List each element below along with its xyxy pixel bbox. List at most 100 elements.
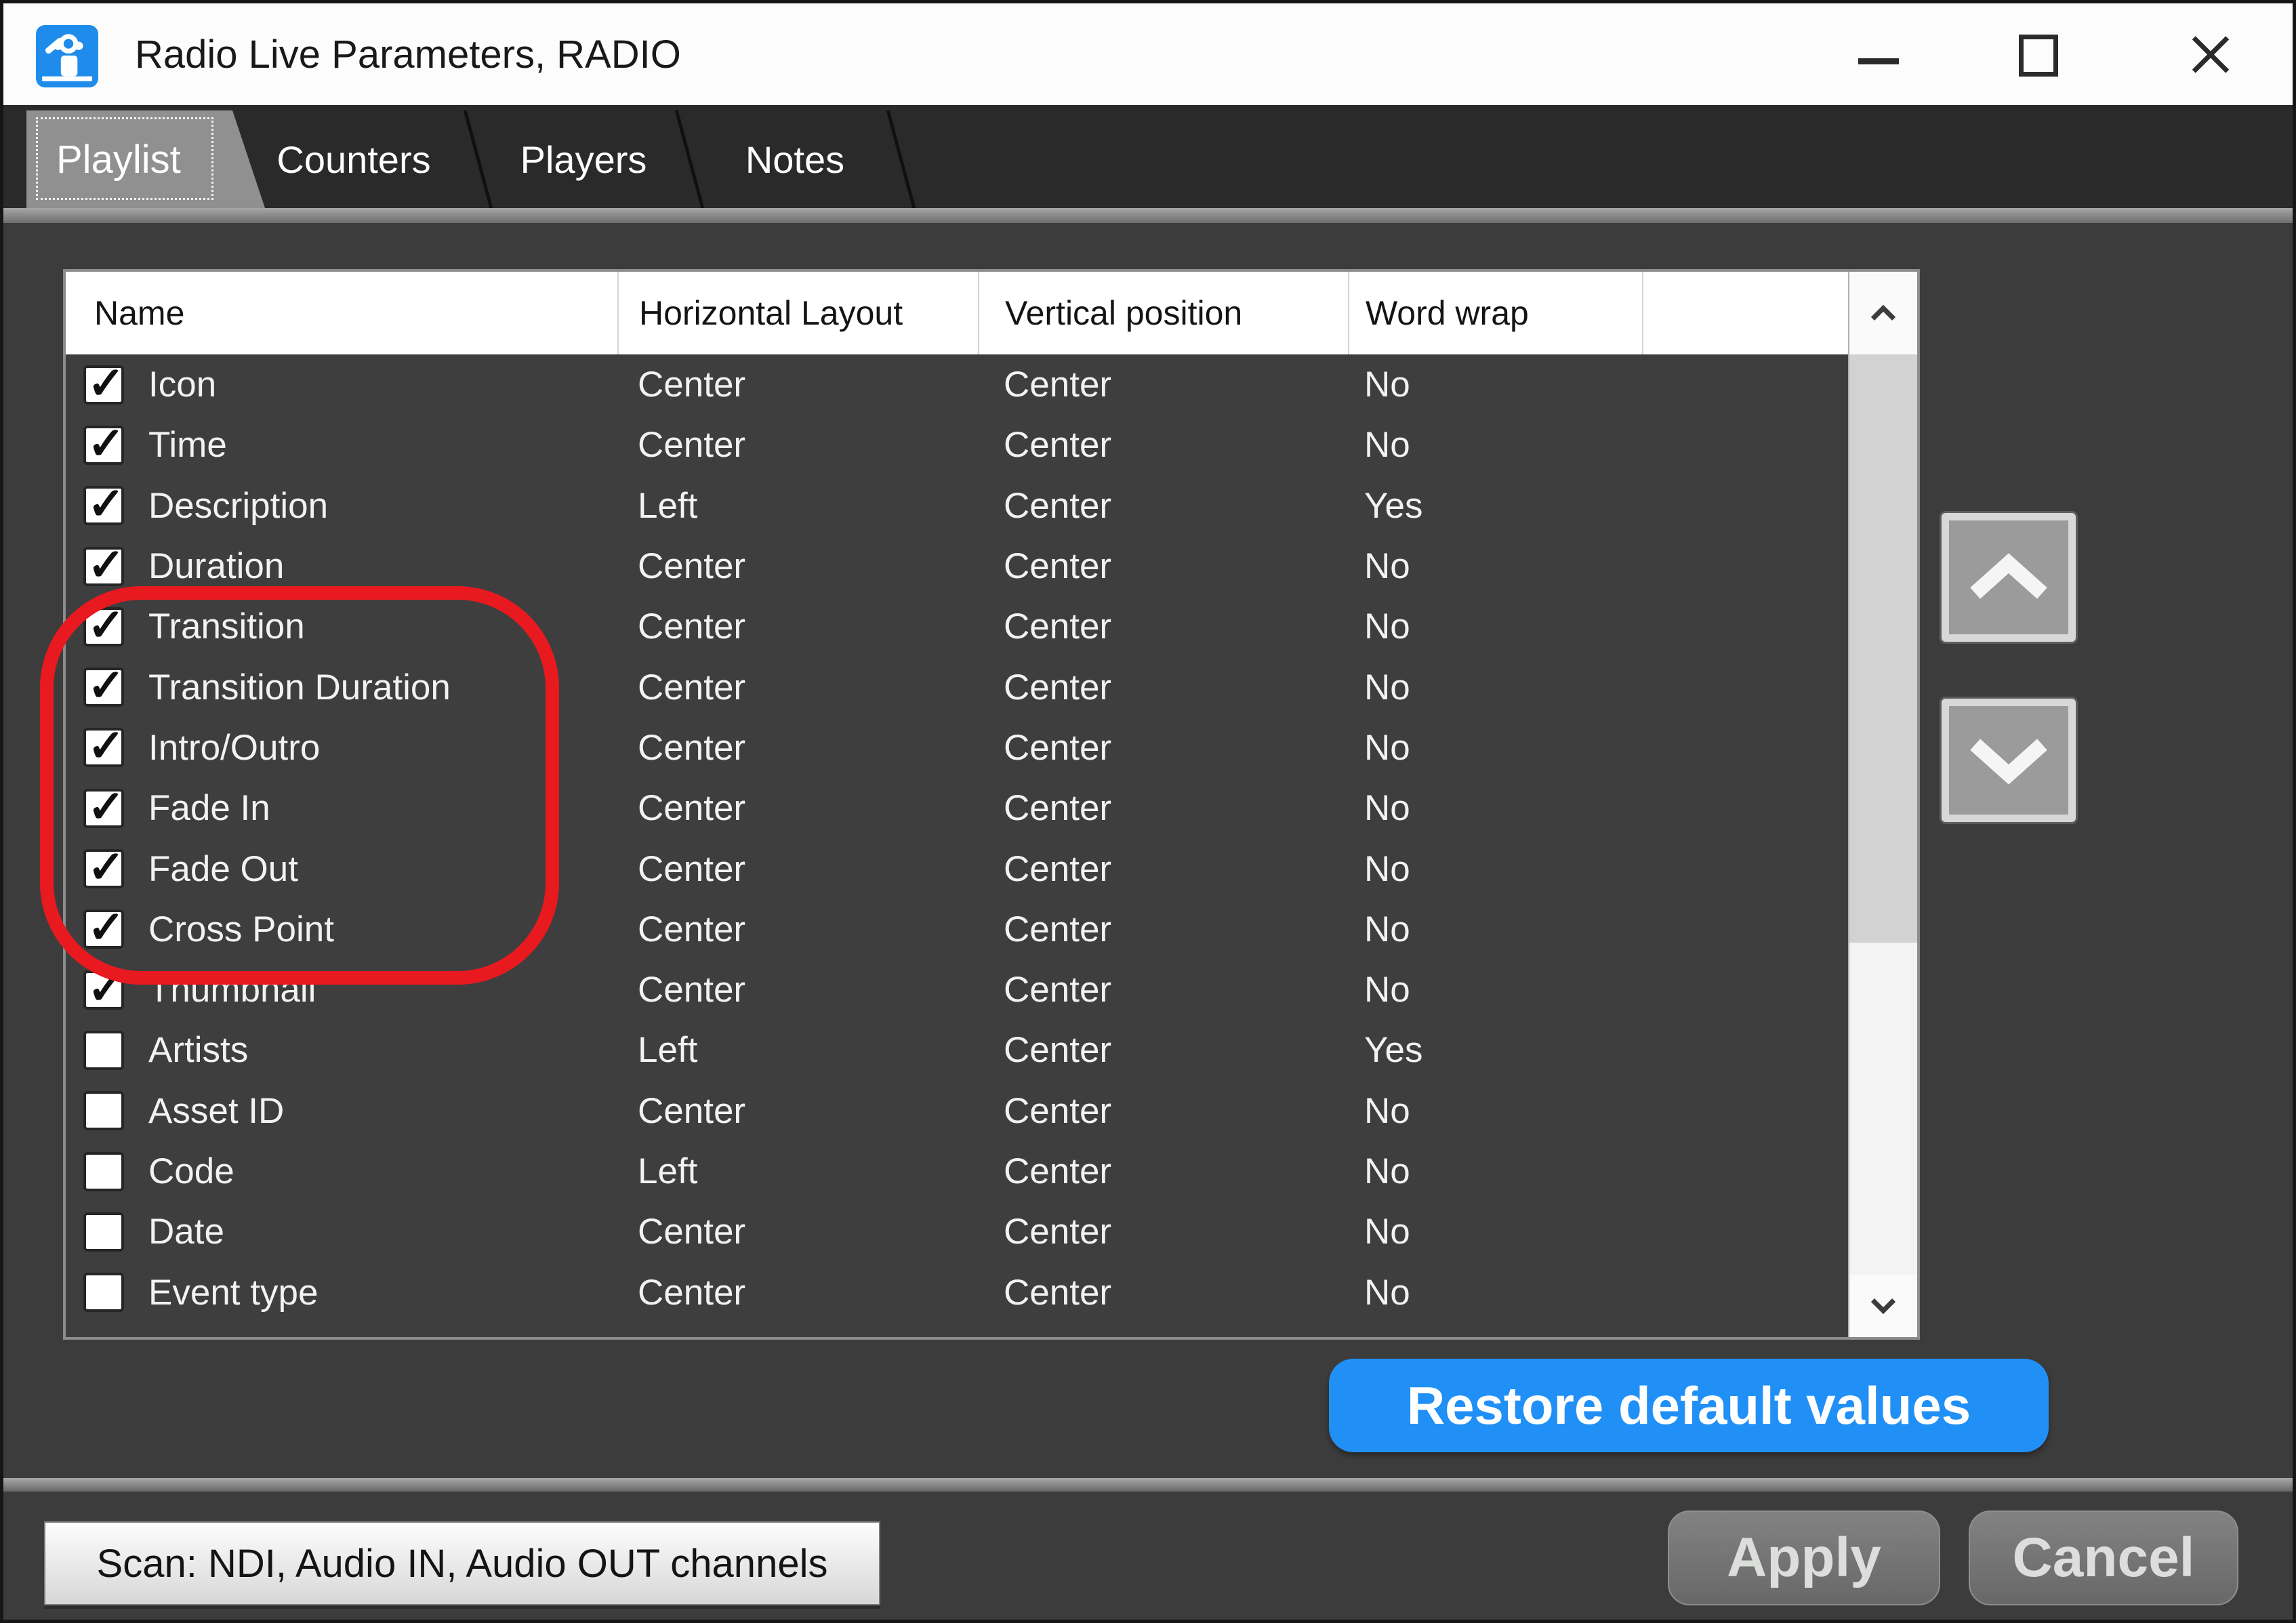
row-name: Duration <box>148 546 284 587</box>
row-name-cell: ✓Event type <box>66 1272 617 1313</box>
table-row[interactable]: ✓TransitionCenterCenterNo <box>66 596 1847 657</box>
cancel-button[interactable]: Cancel <box>1969 1511 2238 1605</box>
table-row[interactable]: ✓ThumbnailCenterCenterNo <box>66 960 1847 1020</box>
table-row[interactable]: ✓Intro/OutroCenterCenterNo <box>66 718 1847 778</box>
row-vertical-position: Center <box>978 787 1348 829</box>
table-header: Name Horizontal Layout Vertical position… <box>66 272 1849 354</box>
table-row[interactable]: ✓Fade OutCenterCenterNo <box>66 838 1847 899</box>
checkmark-icon: ✓ <box>87 841 125 893</box>
maximize-button[interactable] <box>2015 32 2062 79</box>
tab-label: Notes <box>745 138 844 182</box>
row-name: Icon <box>148 364 216 405</box>
move-down-button[interactable] <box>1942 699 2076 822</box>
table-row[interactable]: ✓DescriptionLeftCenterYes <box>66 476 1847 536</box>
row-name-cell: ✓ Duration <box>66 546 617 587</box>
tab-strip: Playlist Counters Players Notes <box>3 105 2293 208</box>
row-checkbox[interactable]: ✓ <box>83 547 124 586</box>
checkmark-icon: ✓ <box>87 357 125 409</box>
row-horizontal-layout: Center <box>617 667 978 708</box>
scrollbar-up-button[interactable] <box>1849 272 1917 354</box>
row-horizontal-layout: Center <box>617 848 978 890</box>
row-vertical-position: Center <box>978 424 1348 466</box>
row-checkbox[interactable]: ✓ <box>83 1152 124 1191</box>
row-checkbox[interactable]: ✓ <box>83 365 124 405</box>
tab-players[interactable]: Players <box>483 110 684 208</box>
row-name-cell: ✓Code <box>66 1151 617 1192</box>
table-row[interactable]: ✓Fade InCenterCenterNo <box>66 778 1847 838</box>
column-header-vertical-position[interactable]: Vertical position <box>978 272 1348 354</box>
checkmark-icon: ✓ <box>87 901 125 953</box>
row-name: Description <box>148 485 328 527</box>
table-row[interactable]: ✓IconCenterCenterNo <box>66 354 1847 415</box>
row-horizontal-layout: Left <box>617 1151 978 1192</box>
tab-playlist[interactable]: Playlist <box>26 110 265 208</box>
row-checkbox[interactable]: ✓ <box>83 1212 124 1252</box>
table-row[interactable]: ✓Event typeCenterCenterNo <box>66 1262 1847 1322</box>
row-name: Asset ID <box>148 1090 284 1132</box>
row-vertical-position: Center <box>978 727 1348 768</box>
row-horizontal-layout: Center <box>617 1211 978 1252</box>
row-checkbox[interactable]: ✓ <box>83 849 124 888</box>
row-checkbox[interactable]: ✓ <box>83 728 124 767</box>
scrollbar-down-button[interactable] <box>1849 1275 1917 1337</box>
row-horizontal-layout: Center <box>617 1272 978 1313</box>
tab-page-bottom-edge <box>3 1478 2293 1492</box>
row-vertical-position: Center <box>978 1211 1348 1252</box>
row-word-wrap: No <box>1348 848 1642 890</box>
apply-button[interactable]: Apply <box>1668 1511 1940 1605</box>
column-header-name[interactable]: Name <box>66 272 617 354</box>
row-name: Cross Point <box>148 909 334 950</box>
row-name: Date <box>148 1211 224 1252</box>
chevron-up-icon <box>1867 303 1900 323</box>
row-checkbox[interactable]: ✓ <box>83 789 124 828</box>
tab-notes[interactable]: Notes <box>693 110 897 208</box>
row-checkbox[interactable]: ✓ <box>83 970 124 1010</box>
row-horizontal-layout: Center <box>617 424 978 466</box>
restore-default-values-button[interactable]: Restore default values <box>1329 1359 2049 1452</box>
scrollbar-thumb[interactable] <box>1849 354 1917 943</box>
checkmark-icon: ✓ <box>87 781 125 833</box>
row-word-wrap: No <box>1348 727 1642 768</box>
column-header-word-wrap[interactable]: Word wrap <box>1348 272 1642 354</box>
row-name-cell: ✓ Icon <box>66 364 617 405</box>
row-checkbox[interactable]: ✓ <box>83 909 124 949</box>
row-checkbox[interactable]: ✓ <box>83 426 124 465</box>
row-name-cell: ✓Transition Duration <box>66 667 617 708</box>
table-row[interactable]: ✓Cross PointCenterCenterNo <box>66 899 1847 960</box>
row-name-cell: ✓Fade Out <box>66 848 617 890</box>
table-row[interactable]: ✓Asset IDCenterCenterNo <box>66 1081 1847 1141</box>
row-name: Thumbnail <box>148 969 316 1010</box>
row-checkbox[interactable]: ✓ <box>83 1031 124 1070</box>
row-checkbox[interactable]: ✓ <box>83 486 124 525</box>
table-row[interactable]: ✓CodeLeftCenterNo <box>66 1141 1847 1201</box>
table-row[interactable]: ✓TimeCenterCenterNo <box>66 415 1847 475</box>
row-word-wrap: No <box>1348 969 1642 1010</box>
row-checkbox[interactable]: ✓ <box>83 1273 124 1312</box>
checkmark-icon: ✓ <box>87 659 125 712</box>
move-up-button[interactable] <box>1942 513 2076 642</box>
table-row[interactable]: ✓ArtistsLeftCenterYes <box>66 1020 1847 1080</box>
chevron-down-icon <box>1867 1296 1900 1316</box>
row-vertical-position: Center <box>978 909 1348 950</box>
maximize-icon <box>2019 35 2058 77</box>
scan-channels-button[interactable]: Scan: NDI, Audio IN, Audio OUT channels <box>44 1521 880 1605</box>
row-checkbox[interactable]: ✓ <box>83 1091 124 1130</box>
minimize-button[interactable] <box>1855 51 1902 71</box>
checkmark-icon: ✓ <box>87 539 125 591</box>
close-button[interactable] <box>2187 30 2234 78</box>
vertical-scrollbar[interactable] <box>1848 272 1917 1337</box>
row-vertical-position: Center <box>978 606 1348 647</box>
row-checkbox[interactable]: ✓ <box>83 607 124 646</box>
row-name-cell: ✓ Cross Point <box>66 909 617 950</box>
row-checkbox[interactable]: ✓ <box>83 667 124 707</box>
column-header-horizontal-layout[interactable]: Horizontal Layout <box>617 272 978 354</box>
dialog-window: Radio Live Parameters, RADIO Playlist Co… <box>0 0 2296 1623</box>
table-row[interactable]: ✓DateCenterCenterNo <box>66 1201 1847 1262</box>
row-word-wrap: Yes <box>1348 1029 1642 1071</box>
row-horizontal-layout: Center <box>617 364 978 405</box>
row-vertical-position: Center <box>978 364 1348 405</box>
table-row[interactable]: ✓DurationCenterCenterNo <box>66 536 1847 596</box>
row-name-cell: ✓ Thumbnail <box>66 969 617 1010</box>
table-row[interactable]: ✓Transition DurationCenterCenterNo <box>66 657 1847 717</box>
tab-counters[interactable]: Counters <box>242 110 466 208</box>
